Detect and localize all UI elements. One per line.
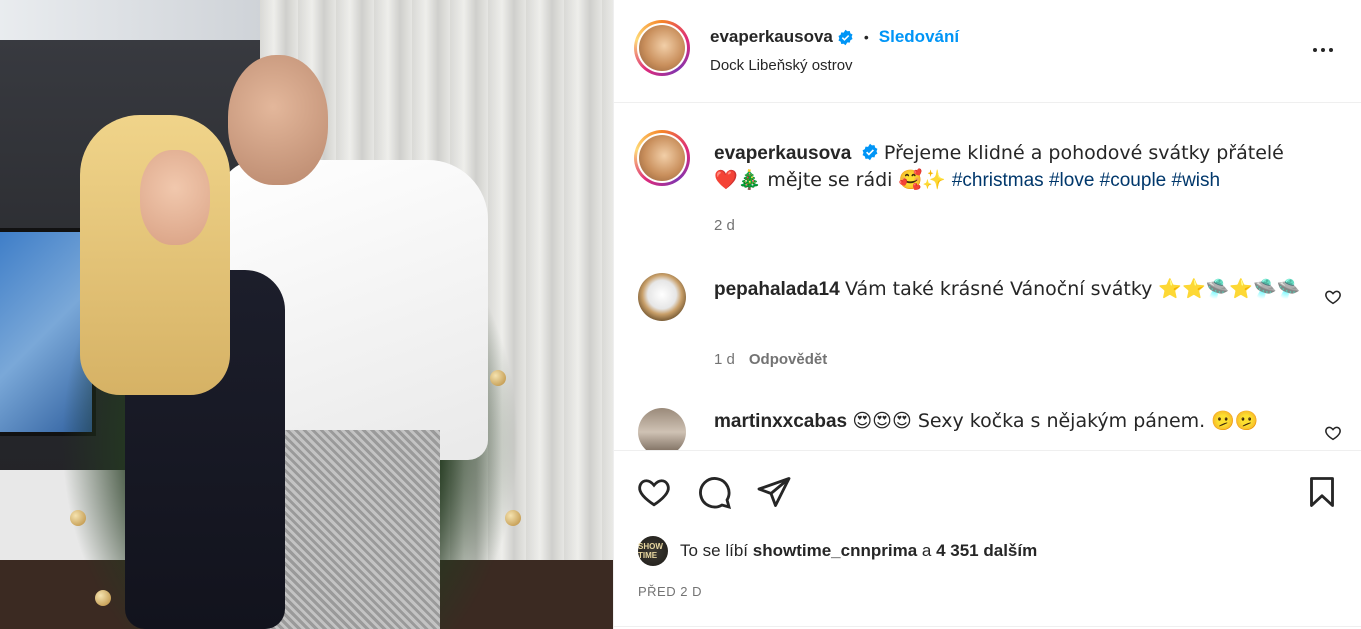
comment-age[interactable]: 1 d — [714, 351, 735, 368]
comment-text: Vám také krásné Vánoční svátky ⭐⭐🛸⭐🛸🛸 — [844, 278, 1301, 300]
comment-icon[interactable] — [696, 474, 732, 510]
bookmark-icon[interactable] — [1304, 474, 1340, 510]
hashtag-love[interactable]: #love — [1049, 170, 1094, 191]
verified-badge-icon — [862, 143, 878, 161]
post-details-panel: evaperkausova • Sledování Dock Libeňský … — [613, 0, 1361, 629]
post-header: evaperkausova • Sledování Dock Libeňský … — [614, 0, 1361, 103]
hashtag-christmas[interactable]: #christmas — [952, 170, 1044, 191]
author-avatar[interactable] — [634, 20, 690, 76]
post-photo[interactable] — [0, 0, 613, 629]
reply-button[interactable]: Odpovědět — [749, 351, 827, 368]
hashtag-couple[interactable]: #couple — [1100, 170, 1167, 191]
commenter-avatar[interactable] — [638, 408, 686, 450]
likes-summary: SHOW TIME To se líbí showtime_cnnprima a… — [638, 536, 1037, 566]
more-options-icon[interactable] — [1311, 38, 1335, 62]
liker-avatar[interactable]: SHOW TIME — [638, 536, 668, 566]
verified-badge-icon — [838, 29, 853, 45]
hashtag-wish[interactable]: #wish — [1172, 170, 1221, 191]
comment-text: 😍😍😍 Sexy kočka s nějakým pánem. 🫤🫤 — [852, 410, 1259, 432]
action-bar — [614, 450, 1361, 531]
heart-icon[interactable] — [636, 474, 672, 510]
liker-username[interactable]: showtime_cnnprima — [753, 541, 917, 561]
small-heart-icon[interactable] — [1324, 288, 1342, 306]
author-username[interactable]: evaperkausova — [710, 27, 833, 47]
comments-list[interactable]: evaperkausova Přejeme klidné a pohodové … — [614, 103, 1361, 450]
post-location[interactable]: Dock Libeňský ostrov — [710, 57, 853, 74]
comment-author[interactable]: martinxxcabas — [714, 411, 847, 432]
small-heart-icon[interactable] — [1324, 424, 1342, 442]
caption-author[interactable]: evaperkausova — [714, 143, 851, 164]
comment-author[interactable]: pepahalada14 — [714, 279, 840, 300]
caption-age[interactable]: 2 d — [714, 217, 735, 234]
caption-author-avatar[interactable] — [634, 130, 690, 186]
commenter-avatar[interactable] — [638, 273, 686, 321]
post-date[interactable]: PŘED 2 D — [638, 584, 702, 599]
share-icon[interactable] — [756, 474, 792, 510]
following-button[interactable]: Sledování — [879, 27, 959, 47]
likes-count[interactable]: 4 351 dalším — [936, 541, 1037, 561]
